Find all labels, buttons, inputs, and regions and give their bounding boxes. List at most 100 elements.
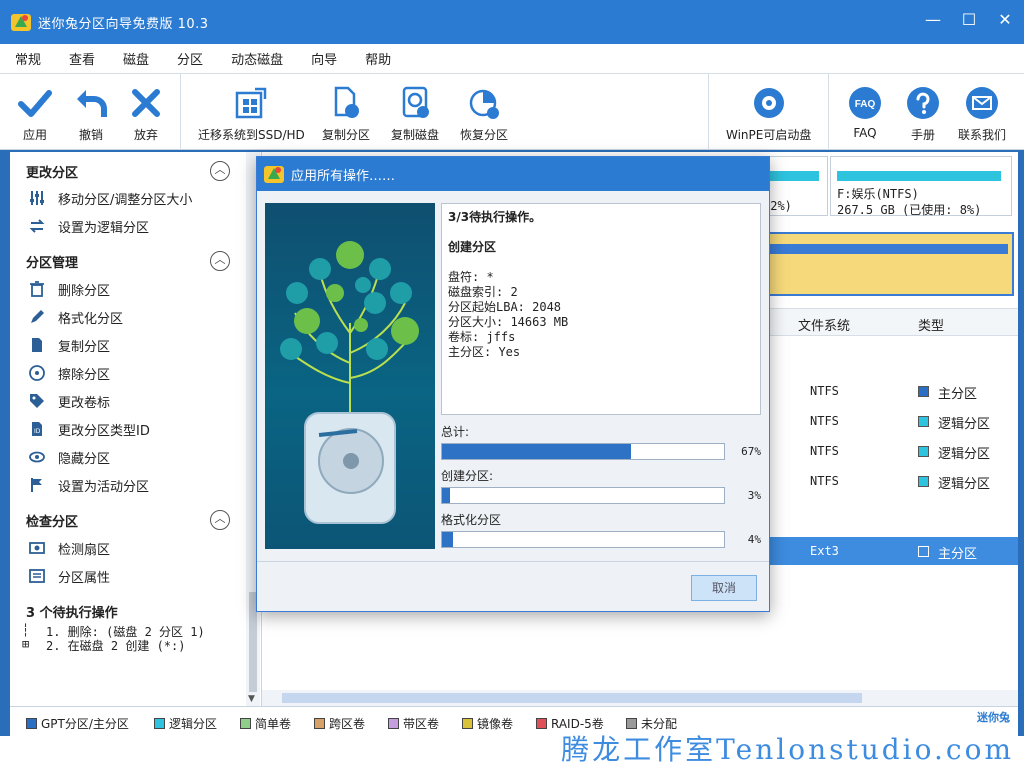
menu-partition[interactable]: 分区 [162,49,216,68]
app-logo-icon [11,14,31,31]
menu-view[interactable]: 查看 [54,49,108,68]
flag-icon [28,476,46,494]
toolbar-separator [708,74,709,150]
trash-icon [28,280,46,298]
close-button[interactable]: ✕ [994,10,1016,32]
legend-item-spanned: 跨区卷 [314,715,365,732]
sidebar-item-set-logical[interactable]: 设置为逻辑分区 [28,216,149,236]
id-doc-icon: ID [28,420,46,438]
copy-partition-toolbar-button[interactable]: 复制分区 [322,84,370,143]
progress-fill [442,444,631,459]
sidebar-item-surface-test[interactable]: 检测扇区 [28,538,110,558]
mail-icon [965,84,999,122]
pen-icon [28,308,46,326]
migrate-os-icon [233,84,269,122]
minimize-button[interactable]: — [922,10,944,32]
faq-label: FAQ [853,126,877,140]
collapse-chevron-icon[interactable]: ︿ [210,161,230,181]
discard-button[interactable]: 放弃 [131,84,161,143]
swap-arrows-icon [28,217,46,235]
watermark-text: 腾龙工作室Tenlonstudio.com [561,733,1014,766]
sidebar-item-format-partition[interactable]: 格式化分区 [28,307,123,327]
collapse-chevron-icon[interactable]: ︿ [210,510,230,530]
disk-tree-illustration [265,203,435,549]
sidebar-item-hide-partition[interactable]: 隐藏分区 [28,447,110,467]
partition-size: 267.5 GB (已使用: 8%) [837,203,982,217]
type-color-swatch [918,416,929,427]
recover-partition-label: 恢复分区 [460,128,509,142]
cell-type: 逻辑分区 [938,417,991,432]
winpe-button[interactable]: WinPE可启动盘 [726,84,811,143]
manual-button[interactable]: 手册 [906,84,940,143]
sidebar-item-label: 检测扇区 [58,542,111,558]
sidebar-item-delete-partition[interactable]: 删除分区 [28,279,110,299]
detail-disk-index: 磁盘索引: 2 [448,285,518,299]
undo-button[interactable]: 撤销 [74,84,108,143]
cancel-button[interactable]: 取消 [691,575,757,601]
partition-name: F:娱乐(NTFS) [837,187,919,201]
pending-operations-title: 3 个待执行操作 [26,606,118,621]
contact-label: 联系我们 [958,128,1007,142]
sidebar-item-change-label[interactable]: 更改卷标 [28,391,110,411]
table-row[interactable]: NTFS 逻辑分区 [762,407,1018,435]
cell-filesystem: Ext3 [810,544,839,558]
migrate-os-button[interactable]: 迁移系统到SSD/HD [198,84,305,143]
column-header-type[interactable]: 类型 [918,315,944,334]
scroll-down-icon[interactable]: ▼ [248,694,255,704]
menu-disk[interactable]: 磁盘 [108,49,162,68]
properties-list-icon [28,567,46,585]
column-header-filesystem[interactable]: 文件系统 [798,315,850,334]
detail-drive-letter: 盘符: * [448,270,494,284]
eye-hidden-icon [28,448,46,466]
sidebar-item-change-type-id[interactable]: ID 更改分区类型ID [28,419,150,439]
operations-sidebar: 更改分区 ︿ 移动分区/调整分区大小 设置为逻辑分区 分区管理 ︿ 删除分区 格… [10,152,262,706]
expand-plus-icon[interactable]: ⊞ [22,637,29,651]
detail-partition-size: 分区大小: 14663 MB [448,315,569,329]
cell-type: 主分区 [938,387,978,402]
copy-disk-button[interactable]: 复制磁盘 [391,84,439,143]
type-color-swatch [918,476,929,487]
toolbar-separator [828,74,829,150]
sidebar-item-set-active[interactable]: 设置为活动分区 [28,475,149,495]
table-row[interactable]: NTFS 主分区 [762,377,1018,405]
pending-operation-item[interactable]: 2. 在磁盘 2 创建 (*:) [46,637,185,654]
wipe-disc-icon [28,364,46,382]
discard-x-icon [131,84,161,122]
menu-help[interactable]: 帮助 [350,49,404,68]
sidebar-item-move-resize[interactable]: 移动分区/调整分区大小 [28,188,192,208]
faq-button[interactable]: FAQ FAQ [848,84,882,140]
type-color-swatch [918,446,929,457]
apply-button[interactable]: 应用 [18,84,52,143]
sidebar-item-copy-partition[interactable]: 复制分区 [28,335,110,355]
sidebar-item-label: 移动分区/调整分区大小 [58,192,193,208]
maximize-button[interactable]: ☐ [958,10,980,32]
discard-label: 放弃 [133,128,158,142]
legend-swatch [388,718,399,729]
collapse-chevron-icon[interactable]: ︿ [210,251,230,271]
undo-icon [74,84,108,122]
copy-doc-icon [28,336,46,354]
sidebar-item-wipe-partition[interactable]: 擦除分区 [28,363,110,383]
selected-disk-partition[interactable] [764,232,1014,296]
menu-wizard[interactable]: 向导 [296,49,350,68]
table-row-selected[interactable]: Ext3 主分区 [762,537,1018,565]
tag-icon [28,392,46,410]
sidebar-item-label: 格式化分区 [58,311,124,327]
pending-tree-branch-icon: ┆ [22,623,30,637]
horizontal-scrollbar[interactable] [262,690,1018,706]
legend-item-mirrored: 镜像卷 [462,715,513,732]
legend-item-simple: 简单卷 [240,715,291,732]
scrollbar-thumb[interactable] [282,693,862,703]
table-row[interactable]: NTFS 逻辑分区 [762,467,1018,495]
menu-dynamic-disk[interactable]: 动态磁盘 [216,49,296,68]
table-row[interactable]: NTFS 逻辑分区 [762,437,1018,465]
menu-general[interactable]: 常规 [0,49,54,68]
help-question-icon [906,84,940,122]
manual-label: 手册 [910,128,935,142]
recover-partition-button[interactable]: 恢复分区 [460,84,508,143]
sidebar-item-label: 设置为逻辑分区 [58,220,150,236]
detail-primary: 主分区: Yes [448,345,521,359]
sidebar-item-properties[interactable]: 分区属性 [28,566,110,586]
partition-card-f[interactable]: F:娱乐(NTFS) 267.5 GB (已使用: 8%) [830,156,1012,217]
contact-button[interactable]: 联系我们 [958,84,1006,143]
